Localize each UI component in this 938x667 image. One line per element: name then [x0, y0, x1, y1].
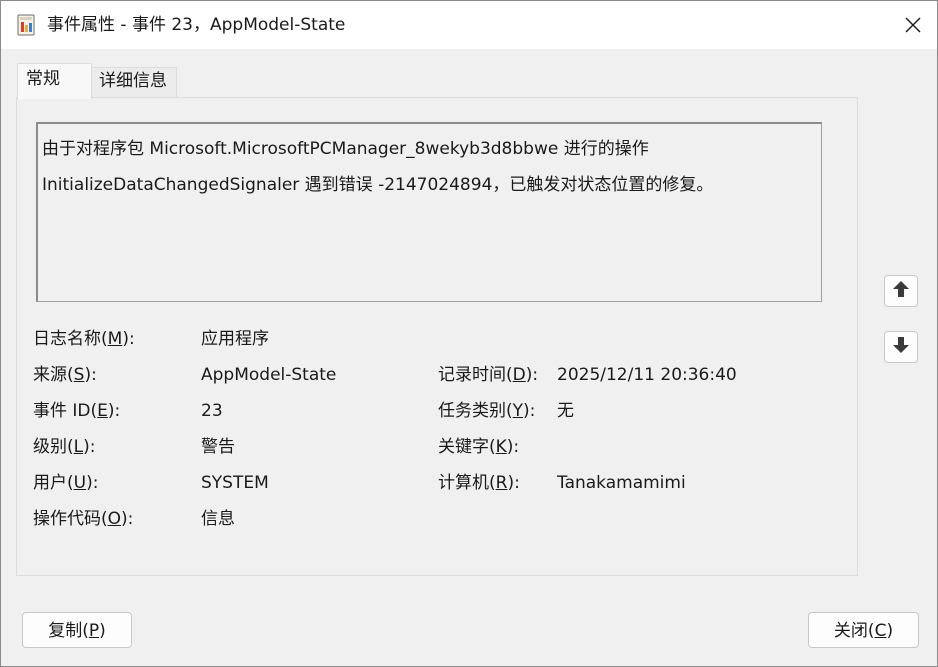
opcode-label: 操作代码(O): [33, 509, 134, 529]
opcode-value: 信息 [201, 509, 235, 529]
source-value: AppModel-State [201, 365, 337, 385]
tab-general[interactable]: 常规 [17, 63, 92, 99]
arrow-up-icon [892, 280, 910, 302]
level-value: 警告 [201, 437, 235, 457]
previous-event-button[interactable] [884, 275, 918, 307]
source-label: 来源(S): [33, 365, 97, 385]
logged-value: 2025/12/11 20:36:40 [557, 365, 737, 385]
title-bar: 事件属性 - 事件 23，AppModel-State [1, 1, 937, 49]
level-label: 级别(L): [33, 437, 96, 457]
log-name-label: 日志名称(M): [33, 329, 135, 349]
computer-value: Tanakamamimi [557, 473, 686, 493]
task-category-value: 无 [557, 401, 574, 421]
log-name-value: 应用程序 [201, 329, 269, 349]
event-log-icon [16, 14, 36, 36]
user-label: 用户(U): [33, 473, 99, 493]
task-category-label: 任务类别(Y): [438, 401, 536, 421]
next-event-button[interactable] [884, 331, 918, 363]
event-properties-window: 事件属性 - 事件 23，AppModel-State 常规 详细信息 由于对程… [0, 0, 938, 667]
event-id-value: 23 [201, 401, 223, 421]
event-description[interactable]: 由于对程序包 Microsoft.MicrosoftPCManager_8wek… [36, 122, 822, 302]
window-title: 事件属性 - 事件 23，AppModel-State [47, 15, 346, 35]
copy-button[interactable]: 复制(P) [22, 612, 132, 648]
logged-label: 记录时间(D): [438, 365, 539, 385]
event-id-label: 事件 ID(E): [33, 401, 121, 421]
close-button[interactable]: 关闭(C) [808, 612, 919, 648]
computer-label: 计算机(R): [438, 473, 520, 493]
close-icon[interactable] [895, 9, 931, 41]
tab-details[interactable]: 详细信息 [90, 67, 177, 97]
user-value: SYSTEM [201, 473, 269, 493]
keywords-label: 关键字(K): [438, 437, 520, 457]
arrow-down-icon [892, 336, 910, 358]
